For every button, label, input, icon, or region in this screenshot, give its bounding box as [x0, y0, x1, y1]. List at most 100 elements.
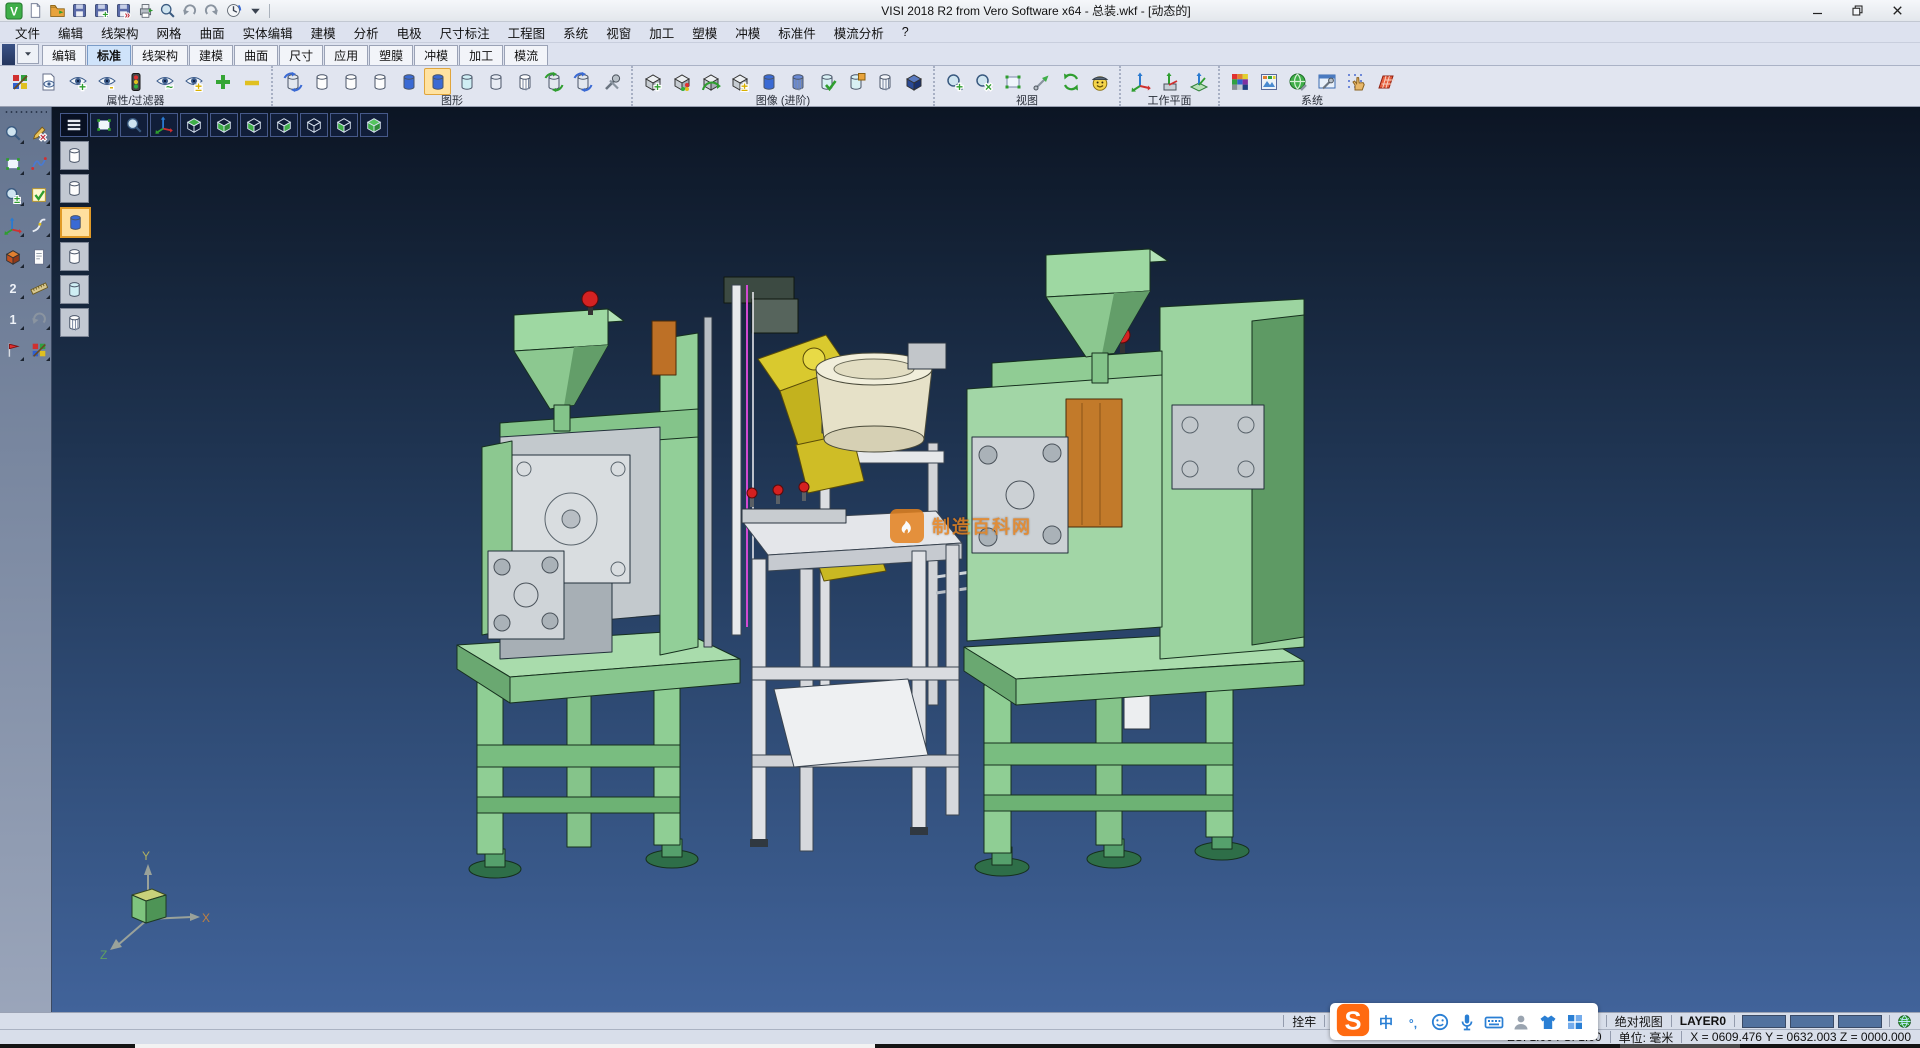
menu-item-17[interactable]: 模流分析 [825, 22, 893, 42]
tab-overflow-caret[interactable] [17, 44, 39, 64]
shaded-edges-style[interactable] [424, 68, 451, 95]
zoom-fly-button[interactable] [120, 113, 148, 137]
transparent-style[interactable] [453, 68, 480, 95]
menu-item-8[interactable]: 电极 [388, 22, 431, 42]
ime-account-button[interactable] [1510, 1011, 1532, 1033]
tab-塑膜[interactable]: 塑膜 [369, 45, 413, 65]
workplane-align[interactable] [1185, 68, 1212, 95]
history-button[interactable] [224, 1, 243, 20]
minimize-button[interactable] [1798, 1, 1836, 21]
dynamic-rotate[interactable] [1057, 68, 1084, 95]
menu-item-5[interactable]: 实体编辑 [234, 22, 302, 42]
regen-graphics[interactable] [279, 68, 306, 95]
absolute-view-button[interactable]: 绝对视图 [1612, 1013, 1666, 1030]
style-shaded[interactable] [60, 207, 91, 238]
restore-button[interactable] [1838, 1, 1876, 21]
color-box-tool[interactable] [1, 245, 25, 269]
visibility-filter[interactable] [122, 68, 149, 95]
zoom-extents[interactable]: × [970, 68, 997, 95]
render-mode[interactable] [1086, 68, 1113, 95]
tab-模流[interactable]: 模流 [504, 45, 548, 65]
visi-logo[interactable]: V [4, 1, 23, 20]
tab-曲面[interactable]: 曲面 [234, 45, 278, 65]
erase-tool[interactable]: × [27, 121, 51, 145]
tab-冲模[interactable]: 冲模 [414, 45, 458, 65]
tab-线架构[interactable]: 线架构 [132, 45, 188, 65]
striped-render[interactable] [784, 68, 811, 95]
style-transparent[interactable] [60, 275, 89, 304]
view-menu-button[interactable] [60, 113, 88, 137]
menu-item-2[interactable]: 线架构 [92, 22, 148, 42]
globe-icon[interactable] [1896, 1014, 1913, 1029]
undo-view-tool[interactable] [27, 307, 51, 331]
measure-tool[interactable] [27, 276, 51, 300]
open-file-button[interactable] [48, 1, 67, 20]
toggle-render[interactable]: ± [726, 68, 753, 95]
menu-item-11[interactable]: 系统 [554, 22, 597, 42]
right-injection-machine[interactable] [964, 249, 1304, 876]
menu-item-7[interactable]: 分析 [345, 22, 388, 42]
ime-toolbox-button[interactable] [1564, 1011, 1586, 1033]
lock-label[interactable]: 拴牢 [1289, 1013, 1319, 1030]
toolbar-options-caret[interactable] [246, 1, 265, 20]
sogou-logo-icon[interactable]: S [1336, 1003, 1370, 1037]
menu-item-18[interactable]: ? [893, 22, 918, 42]
curve-edit-tool[interactable] [27, 214, 51, 238]
show-entities[interactable]: + [64, 68, 91, 95]
style-mesh[interactable] [60, 308, 89, 337]
wireframe-style[interactable] [308, 68, 335, 95]
refresh-model[interactable] [569, 68, 596, 95]
validate-tool[interactable] [27, 183, 51, 207]
fly-zoom-tool[interactable] [1, 121, 25, 145]
workplane-edit[interactable] [1156, 68, 1183, 95]
shaded-style[interactable] [395, 68, 422, 95]
wire-render[interactable] [871, 68, 898, 95]
dim-1-tool[interactable]: 1 [1, 307, 25, 331]
menu-item-0[interactable]: 文件 [6, 22, 49, 42]
refresh-render[interactable] [697, 68, 724, 95]
render-filter[interactable] [668, 68, 695, 95]
save-as-button[interactable]: + [92, 1, 111, 20]
view-back-button[interactable] [330, 113, 358, 137]
menu-item-1[interactable]: 编辑 [49, 22, 92, 42]
zoom-in[interactable]: + [941, 68, 968, 95]
print-button[interactable] [136, 1, 155, 20]
layer-color-swatch-0[interactable] [1742, 1015, 1786, 1028]
validate-render[interactable] [813, 68, 840, 95]
workplane-origin[interactable] [1127, 68, 1154, 95]
solid-render[interactable] [755, 68, 782, 95]
ime-punctuation-button[interactable]: °, [1402, 1011, 1424, 1033]
advanced-shading[interactable] [900, 68, 927, 95]
sidebar-drag-handle[interactable] [4, 110, 47, 114]
window-settings[interactable] [1313, 68, 1340, 95]
zoom-scale-tool[interactable]: ± [1, 183, 25, 207]
move-axis-tool[interactable] [1, 214, 25, 238]
style-wireframe[interactable] [60, 141, 89, 170]
palette-tool[interactable] [27, 338, 51, 362]
view-bottom-button[interactable] [210, 113, 238, 137]
save-button[interactable] [70, 1, 89, 20]
zoom-window-button[interactable] [90, 113, 118, 137]
remove-filter[interactable] [238, 68, 265, 95]
menu-item-14[interactable]: 塑模 [683, 22, 726, 42]
undo-button[interactable] [180, 1, 199, 20]
refresh-visibility[interactable]: ~ [151, 68, 178, 95]
ime-skin-button[interactable] [1537, 1011, 1559, 1033]
menu-item-9[interactable]: 尺寸标注 [431, 22, 499, 42]
attribute-painter[interactable] [6, 68, 33, 95]
view-left-button[interactable] [240, 113, 268, 137]
sketch-tool[interactable] [27, 152, 51, 176]
taskbar-gray-segment[interactable] [1620, 1044, 1740, 1048]
update-shading[interactable] [540, 68, 567, 95]
ime-keyboard-button[interactable] [1483, 1011, 1505, 1033]
document-visibility[interactable] [35, 68, 62, 95]
menu-item-15[interactable]: 冲模 [726, 22, 769, 42]
menu-item-12[interactable]: 视窗 [597, 22, 640, 42]
tab-应用[interactable]: 应用 [324, 45, 368, 65]
graphics-settings[interactable] [598, 68, 625, 95]
menu-item-10[interactable]: 工程图 [499, 22, 555, 42]
layer-color-swatch-1[interactable] [1790, 1015, 1834, 1028]
tab-尺寸[interactable]: 尺寸 [279, 45, 323, 65]
environment-settings[interactable] [1284, 68, 1311, 95]
view-front-button[interactable] [300, 113, 328, 137]
